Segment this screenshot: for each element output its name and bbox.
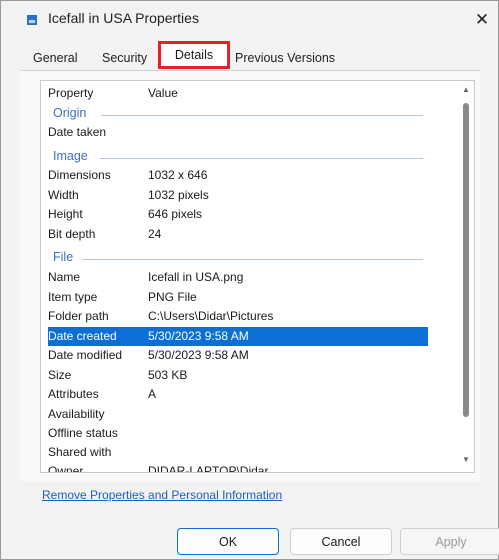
property-name: Date created xyxy=(48,329,117,343)
window-title: Icefall in USA Properties xyxy=(48,10,199,26)
property-value: PNG File xyxy=(148,290,197,304)
property-name: Name xyxy=(48,270,81,284)
property-value: 1032 x 646 xyxy=(148,168,208,182)
property-value: A xyxy=(148,387,157,401)
property-name: Owner xyxy=(48,464,84,473)
list-item-date-created[interactable]: Date created 5/30/2023 9:58 AM xyxy=(48,327,428,346)
property-name: Size xyxy=(48,368,72,382)
property-name: Offline status xyxy=(48,426,118,440)
group-file: File xyxy=(53,249,423,267)
value-column-header[interactable]: Value xyxy=(148,86,178,100)
scroll-up-icon[interactable]: ▲ xyxy=(461,85,471,95)
property-name: Shared with xyxy=(48,445,112,459)
group-divider xyxy=(101,115,423,116)
property-value: 5/30/2023 9:58 AM xyxy=(148,348,249,362)
property-value: Icefall in USA.png xyxy=(148,270,244,284)
property-name: Folder path xyxy=(48,309,109,323)
cancel-button[interactable]: Cancel xyxy=(290,528,392,555)
property-value: 646 pixels xyxy=(148,207,203,221)
property-name: Availability xyxy=(48,407,105,421)
property-name: Bit depth xyxy=(48,227,96,241)
group-label: Image xyxy=(53,149,88,163)
list-item-attributes[interactable]: Attributes A xyxy=(48,385,428,404)
details-list[interactable]: Property Value Origin Date taken Image D… xyxy=(40,80,475,473)
property-column-header[interactable]: Property xyxy=(48,86,93,100)
property-name: Date taken xyxy=(48,125,107,139)
group-origin: Origin xyxy=(53,105,423,123)
group-label: Origin xyxy=(53,106,87,120)
image-file-icon xyxy=(27,15,37,25)
property-value: 503 KB xyxy=(148,368,188,382)
group-divider xyxy=(82,259,423,260)
property-value: 5/30/2023 9:58 AM xyxy=(148,329,249,343)
tab-security[interactable]: Security xyxy=(102,51,147,65)
title-bar: Icefall in USA Properties ✕ xyxy=(0,0,499,38)
list-item-name[interactable]: Name Icefall in USA.png xyxy=(48,268,428,287)
close-button[interactable]: ✕ xyxy=(470,8,494,32)
property-value: 1032 pixels xyxy=(148,188,209,202)
list-item-item-type[interactable]: Item type PNG File xyxy=(48,288,428,307)
list-item-owner[interactable]: Owner DIDAR-LAPTOP\Didar xyxy=(48,462,428,473)
list-item-dimensions[interactable]: Dimensions 1032 x 646 xyxy=(48,166,428,185)
list-item-date-taken[interactable]: Date taken xyxy=(48,123,428,142)
list-item-height[interactable]: Height 646 pixels xyxy=(48,205,428,224)
list-item-availability[interactable]: Availability xyxy=(48,405,428,424)
remove-properties-link[interactable]: Remove Properties and Personal Informati… xyxy=(42,488,282,502)
property-name: Date modified xyxy=(48,348,123,362)
property-name: Dimensions xyxy=(48,168,111,182)
group-divider xyxy=(100,158,423,159)
list-item-offline-status[interactable]: Offline status xyxy=(48,424,428,443)
property-value: 24 xyxy=(148,227,162,241)
list-item-size[interactable]: Size 503 KB xyxy=(48,366,428,385)
tab-details[interactable]: Details xyxy=(158,41,230,69)
tab-general[interactable]: General xyxy=(33,51,77,65)
scroll-down-icon[interactable]: ▼ xyxy=(461,455,471,465)
list-item-width[interactable]: Width 1032 pixels xyxy=(48,186,428,205)
property-name: Item type xyxy=(48,290,98,304)
list-item-folder-path[interactable]: Folder path C:\Users\Didar\Pictures xyxy=(48,307,428,326)
list-item-bit-depth[interactable]: Bit depth 24 xyxy=(48,225,428,244)
list-item-shared-with[interactable]: Shared with xyxy=(48,443,428,462)
property-name: Width xyxy=(48,188,79,202)
apply-button[interactable]: Apply xyxy=(400,528,499,555)
vertical-scrollbar[interactable]: ▲ ▼ xyxy=(460,83,472,469)
property-value: DIDAR-LAPTOP\Didar xyxy=(148,464,269,473)
property-name: Attributes xyxy=(48,387,99,401)
property-value: C:\Users\Didar\Pictures xyxy=(148,309,274,323)
ok-button[interactable]: OK xyxy=(177,528,279,555)
list-header: Property Value xyxy=(48,84,428,103)
list-item-date-modified[interactable]: Date modified 5/30/2023 9:58 AM xyxy=(48,346,428,365)
group-image: Image xyxy=(53,148,423,166)
property-name: Height xyxy=(48,207,83,221)
tab-previous-versions[interactable]: Previous Versions xyxy=(235,51,335,65)
group-label: File xyxy=(53,250,74,264)
scrollbar-thumb[interactable] xyxy=(463,103,469,417)
